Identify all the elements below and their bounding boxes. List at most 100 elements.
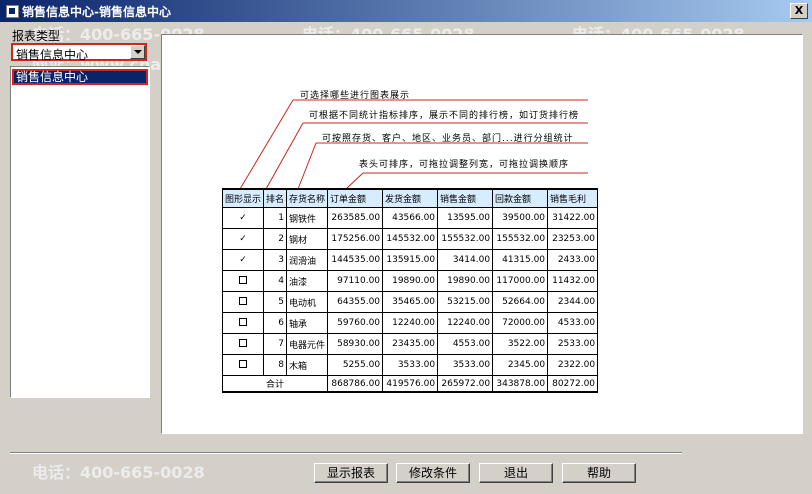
- total-row: 合计 868786.00 419576.00 265972.00 343878.…: [221, 375, 599, 393]
- report-type-value: 销售信息中心: [16, 48, 89, 62]
- total-profit-cell: 80272.00: [547, 375, 599, 393]
- profit-cell: 2322.00: [547, 354, 599, 376]
- payment-amount-cell: 72000.00: [492, 312, 549, 334]
- column-header-chart[interactable]: 图形显示: [221, 188, 265, 208]
- modify-conditions-button[interactable]: 修改条件: [396, 463, 470, 483]
- item-name-cell: 轴承: [286, 312, 329, 334]
- chart-check-cell[interactable]: ✓: [221, 207, 265, 229]
- rank-cell: 4: [263, 270, 288, 292]
- annotation-header-sort: 表头可排序，可拖拉调整列宽，可拖拉调换顺序: [359, 160, 570, 170]
- sale-amount-cell: 12240.00: [437, 312, 494, 334]
- column-header-item[interactable]: 存货名称: [286, 188, 329, 208]
- item-name-cell: 电器元件: [286, 333, 329, 355]
- chart-checkbox[interactable]: [221, 354, 265, 376]
- table-row[interactable]: 8 木箱 5255.00 3533.00 3533.00 2345.00 232…: [221, 354, 599, 376]
- chevron-down-icon[interactable]: [130, 45, 145, 59]
- total-payment-cell: 343878.00: [492, 375, 549, 393]
- order-amount-cell: 64355.00: [327, 291, 384, 313]
- ship-amount-cell: 35465.00: [382, 291, 439, 313]
- total-ship-cell: 419576.00: [382, 375, 439, 393]
- payment-amount-cell: 41315.00: [492, 249, 549, 271]
- chart-checkbox[interactable]: [221, 312, 265, 334]
- sale-amount-cell: 4553.00: [437, 333, 494, 355]
- rank-cell: 2: [263, 228, 288, 250]
- column-header-profit[interactable]: 销售毛利: [547, 188, 599, 208]
- checkbox-icon[interactable]: [239, 317, 247, 326]
- column-header-ship[interactable]: 发货金额: [382, 188, 439, 208]
- rank-cell: 6: [263, 312, 288, 334]
- chart-checkbox[interactable]: [221, 270, 265, 292]
- profit-cell: 2433.00: [547, 249, 599, 271]
- item-name-cell: 钢铁件: [286, 207, 329, 229]
- table-row[interactable]: ✓ 2 钢材 175256.00 145532.00 155532.00 155…: [221, 228, 599, 250]
- show-report-button[interactable]: 显示报表: [314, 463, 388, 483]
- column-header-sale[interactable]: 销售金额: [437, 188, 494, 208]
- annotation-ranking: 可根据不同统计指标排序，展示不同的排行榜，如订货排行榜: [309, 111, 580, 121]
- ship-amount-cell: 145532.00: [382, 228, 439, 250]
- total-label: 合计: [221, 375, 329, 393]
- item-name-cell: 电动机: [286, 291, 329, 313]
- column-header-rank[interactable]: 排名: [263, 188, 288, 208]
- profit-cell: 11432.00: [547, 270, 599, 292]
- app-icon: [6, 5, 19, 18]
- report-type-select[interactable]: 销售信息中心: [11, 43, 147, 62]
- exit-button[interactable]: 退出: [479, 463, 553, 483]
- ship-amount-cell: 12240.00: [382, 312, 439, 334]
- profit-cell: 2344.00: [547, 291, 599, 313]
- total-order-cell: 868786.00: [327, 375, 384, 393]
- order-amount-cell: 263585.00: [327, 207, 384, 229]
- annotation-grouping: 可按照存货、客户、地区、业务员、部门...进行分组统计: [322, 134, 574, 144]
- rank-cell: 8: [263, 354, 288, 376]
- checkbox-icon[interactable]: [239, 275, 247, 284]
- sale-amount-cell: 3533.00: [437, 354, 494, 376]
- chart-check-cell[interactable]: ✓: [221, 228, 265, 250]
- help-button[interactable]: 帮助: [562, 463, 636, 483]
- rank-cell: 5: [263, 291, 288, 313]
- order-amount-cell: 144535.00: [327, 249, 384, 271]
- sale-amount-cell: 3414.00: [437, 249, 494, 271]
- order-amount-cell: 5255.00: [327, 354, 384, 376]
- table-row[interactable]: ✓ 3 润滑油 144535.00 135915.00 3414.00 4131…: [221, 249, 599, 271]
- report-table: 图形显示 排名 存货名称 订单金额 发货金额 销售金额 回款金额 销售毛利 ✓ …: [221, 188, 599, 393]
- profit-cell: 23253.00: [547, 228, 599, 250]
- chart-checkbox[interactable]: [221, 333, 265, 355]
- checkbox-icon[interactable]: [239, 296, 247, 305]
- title-bar[interactable]: 销售信息中心-销售信息中心 X: [0, 0, 812, 22]
- column-header-order[interactable]: 订单金额: [327, 188, 384, 208]
- checkbox-icon[interactable]: [239, 338, 247, 347]
- item-name-cell: 木箱: [286, 354, 329, 376]
- profit-cell: 31422.00: [547, 207, 599, 229]
- close-button[interactable]: X: [790, 3, 808, 19]
- total-sale-cell: 265972.00: [437, 375, 494, 393]
- table-row[interactable]: 4 油漆 97110.00 19890.00 19890.00 117000.0…: [221, 270, 599, 292]
- chart-checkbox[interactable]: [221, 291, 265, 313]
- payment-amount-cell: 155532.00: [492, 228, 549, 250]
- sale-amount-cell: 155532.00: [437, 228, 494, 250]
- checkbox-icon[interactable]: [239, 359, 247, 368]
- sale-amount-cell: 19890.00: [437, 270, 494, 292]
- divider: [10, 452, 682, 454]
- rank-cell: 1: [263, 207, 288, 229]
- report-list[interactable]: 销售信息中心: [10, 66, 150, 398]
- order-amount-cell: 58930.00: [327, 333, 384, 355]
- table-row[interactable]: ✓ 1 钢铁件 263585.00 43566.00 13595.00 3950…: [221, 207, 599, 229]
- report-type-label: 报表类型: [12, 29, 61, 43]
- ship-amount-cell: 43566.00: [382, 207, 439, 229]
- rank-cell: 7: [263, 333, 288, 355]
- ship-amount-cell: 135915.00: [382, 249, 439, 271]
- window-title: 销售信息中心-销售信息中心: [22, 5, 171, 19]
- order-amount-cell: 97110.00: [327, 270, 384, 292]
- ship-amount-cell: 19890.00: [382, 270, 439, 292]
- chart-check-cell[interactable]: ✓: [221, 249, 265, 271]
- column-header-payment[interactable]: 回款金额: [492, 188, 549, 208]
- table-row[interactable]: 7 电器元件 58930.00 23435.00 4553.00 3522.00…: [221, 333, 599, 355]
- list-item[interactable]: 销售信息中心: [12, 69, 148, 85]
- order-amount-cell: 59760.00: [327, 312, 384, 334]
- profit-cell: 2533.00: [547, 333, 599, 355]
- payment-amount-cell: 3522.00: [492, 333, 549, 355]
- payment-amount-cell: 117000.00: [492, 270, 549, 292]
- table-header-row: 图形显示 排名 存货名称 订单金额 发货金额 销售金额 回款金额 销售毛利: [221, 188, 599, 208]
- payment-amount-cell: 39500.00: [492, 207, 549, 229]
- table-row[interactable]: 5 电动机 64355.00 35465.00 53215.00 52664.0…: [221, 291, 599, 313]
- table-row[interactable]: 6 轴承 59760.00 12240.00 12240.00 72000.00…: [221, 312, 599, 334]
